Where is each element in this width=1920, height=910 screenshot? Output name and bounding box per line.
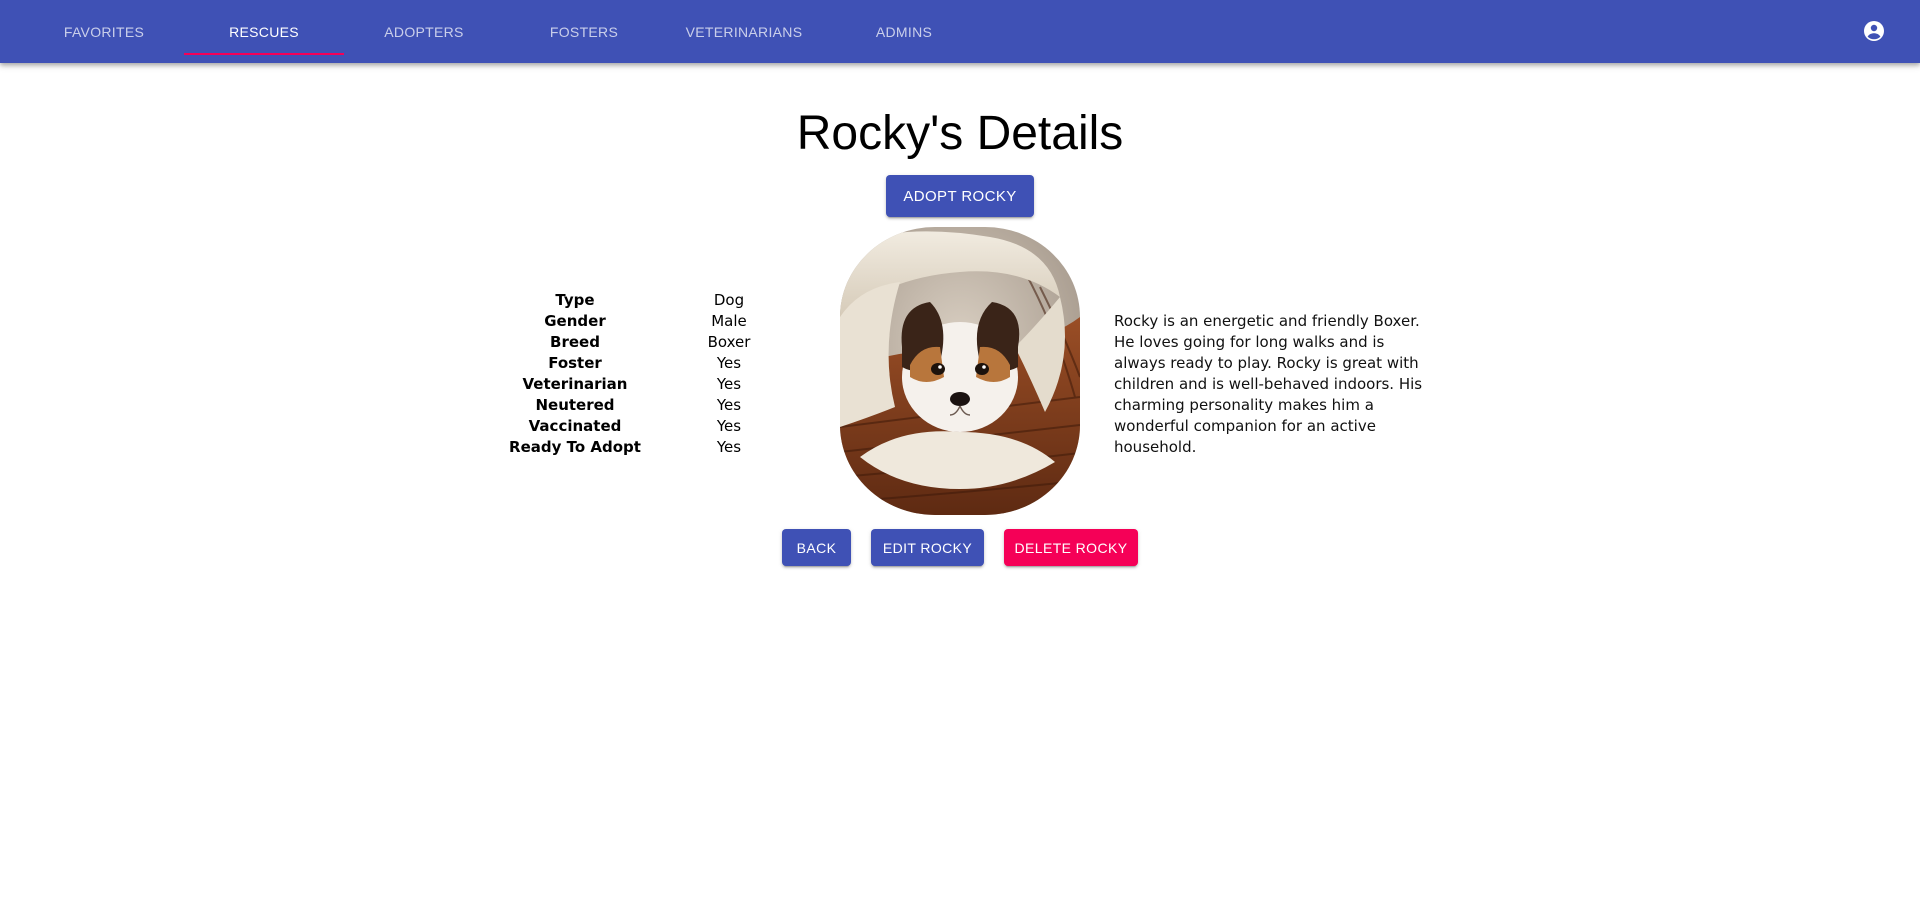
edit-button[interactable]: EDIT ROCKY: [871, 529, 984, 566]
tab-rescues[interactable]: RESCUES: [184, 0, 344, 63]
detail-label: Gender: [544, 312, 606, 330]
tab-adopters[interactable]: ADOPTERS: [344, 0, 504, 63]
detail-value: Dog: [713, 291, 745, 309]
tab-veterinarians[interactable]: VETERINARIANS: [664, 0, 824, 63]
detail-value: Yes: [716, 354, 742, 372]
account-circle-icon[interactable]: [1862, 19, 1886, 43]
detail-value: Yes: [716, 396, 742, 414]
tab-label: FOSTERS: [549, 23, 619, 40]
detail-value: Male: [711, 312, 747, 330]
delete-button[interactable]: DELETE ROCKY: [1004, 529, 1138, 566]
detail-value: Yes: [716, 417, 742, 435]
tab-label: ADMINS: [875, 23, 933, 40]
tab-label: ADOPTERS: [384, 23, 464, 40]
detail-row: Vaccinated Yes: [500, 416, 808, 437]
detail-label: Neutered: [535, 396, 615, 414]
tab-label: FAVORITES: [63, 23, 145, 40]
detail-row: Foster Yes: [500, 353, 808, 374]
tab-indicator: [184, 53, 344, 55]
tab-favorites[interactable]: FAVORITES: [24, 0, 184, 63]
pet-description: Rocky is an energetic and friendly Boxer…: [1114, 312, 1423, 456]
detail-label: Foster: [548, 354, 602, 372]
detail-row: Veterinarian Yes: [500, 374, 808, 395]
tab-label: RESCUES: [229, 23, 299, 40]
detail-label: Breed: [550, 333, 600, 351]
detail-label: Vaccinated: [528, 417, 622, 435]
detail-row: Type Dog: [500, 290, 808, 311]
detail-value: Yes: [716, 375, 742, 393]
back-button[interactable]: BACK: [782, 529, 851, 566]
page-title: Rocky's Details: [796, 107, 1124, 160]
detail-value: Yes: [716, 438, 742, 456]
detail-row: Gender Male: [500, 311, 808, 332]
detail-row: Neutered Yes: [500, 395, 808, 416]
nav-tabs: FAVORITES RESCUES ADOPTERS FOSTERS VETER…: [24, 0, 984, 63]
detail-label: Veterinarian: [522, 375, 628, 393]
adopt-button[interactable]: ADOPT ROCKY: [886, 175, 1034, 217]
detail-label: Ready To Adopt: [509, 438, 641, 456]
tab-fosters[interactable]: FOSTERS: [504, 0, 664, 63]
tab-admins[interactable]: ADMINS: [824, 0, 984, 63]
details-table: Type Dog Gender Male Breed Boxer Foster …: [500, 290, 808, 458]
detail-row: Ready To Adopt Yes: [500, 437, 808, 458]
app-bar: FAVORITES RESCUES ADOPTERS FOSTERS VETER…: [0, 0, 1920, 63]
detail-value: Boxer: [707, 333, 751, 351]
detail-label: Type: [555, 291, 595, 309]
pet-photo: [840, 227, 1080, 515]
detail-row: Breed Boxer: [500, 332, 808, 353]
tab-label: VETERINARIANS: [685, 23, 803, 40]
